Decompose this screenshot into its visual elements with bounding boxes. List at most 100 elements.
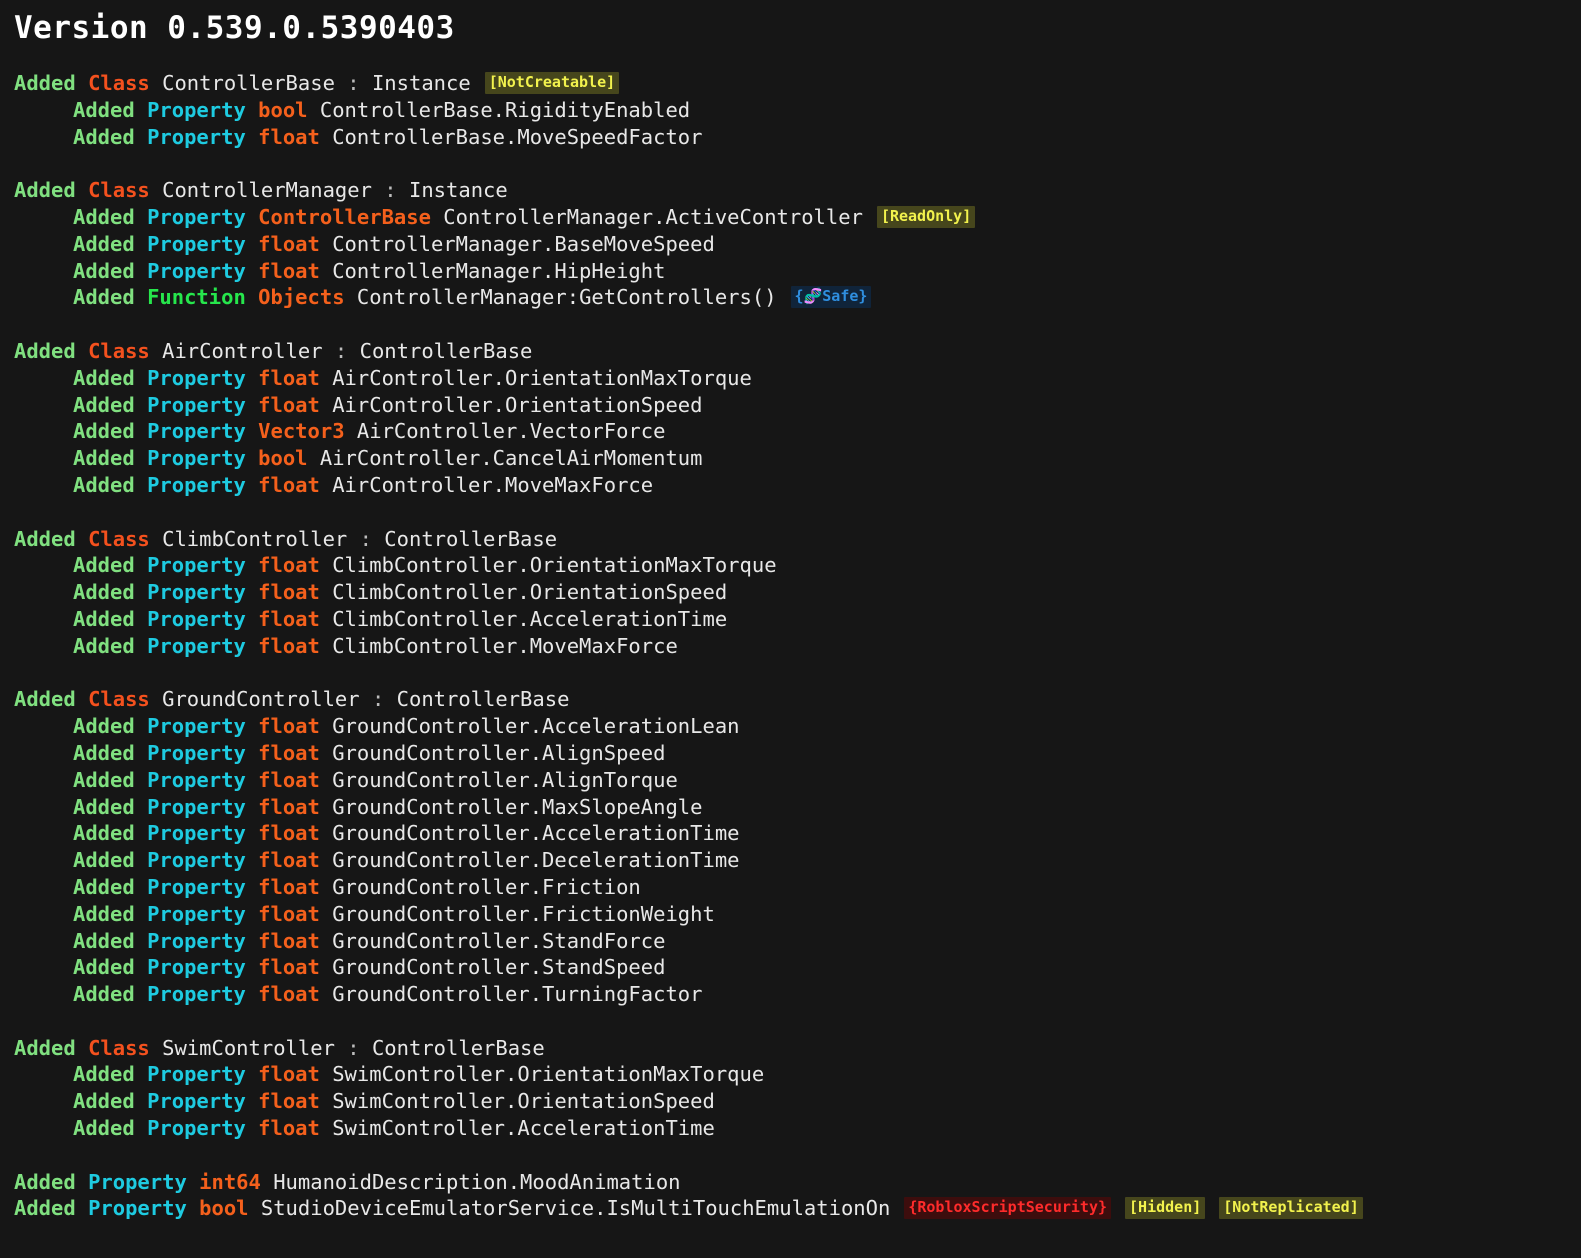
- changelog-member-line: Added Property float ControllerManager.H…: [14, 258, 1581, 285]
- member-name: ControllerManager.BaseMoveSpeed: [332, 231, 715, 256]
- member-type: float: [258, 580, 320, 605]
- changelog-member-line: Added Property float ClimbController.Ori…: [14, 552, 1581, 579]
- member-type: ControllerBase: [258, 204, 431, 229]
- changelog-class-line: Added Class SwimController : ControllerB…: [14, 1035, 1581, 1062]
- member-name: ClimbController.AccelerationTime: [332, 606, 728, 631]
- changelog-member-line: Added Property int64 HumanoidDescription…: [14, 1169, 1581, 1196]
- changelog-member-line: Added Property bool StudioDeviceEmulator…: [14, 1195, 1581, 1222]
- changelog-member-line: Added Function Objects ControllerManager…: [14, 284, 1581, 311]
- member-name: AirController.OrientationMaxTorque: [332, 365, 752, 390]
- class-group: Added Class SwimController : ControllerB…: [14, 1035, 1581, 1142]
- changelog-class-line: Added Class ControllerBase : Instance [No…: [14, 70, 1581, 97]
- member-name: AirController.OrientationSpeed: [332, 392, 703, 417]
- base-class-name: Instance: [408, 178, 508, 203]
- added-keyword: Added: [73, 928, 135, 953]
- changelog-page: Version 0.539.0.5390403 Added Class Cont…: [0, 0, 1581, 1222]
- added-keyword: Added: [73, 821, 135, 846]
- base-class-name: Instance: [371, 71, 471, 95]
- added-keyword: Added: [73, 606, 135, 631]
- dna-helix-icon: 🧬: [803, 287, 823, 306]
- member-type: Objects: [258, 285, 345, 310]
- added-keyword: Added: [73, 740, 135, 765]
- changelog-member-line: Added Property float GroundController.St…: [14, 928, 1581, 955]
- member-type: float: [258, 955, 320, 980]
- added-keyword: Added: [73, 848, 135, 873]
- changelog-class-line: Added Class ClimbController : Controller…: [14, 526, 1581, 553]
- member-name: ControllerManager:GetControllers(): [356, 285, 777, 310]
- added-keyword: Added: [73, 553, 135, 578]
- member-type: float: [258, 1116, 320, 1141]
- member-kind-keyword: Property: [147, 419, 246, 444]
- base-class-name: ControllerBase: [396, 687, 570, 712]
- added-keyword: Added: [73, 767, 135, 792]
- member-name: GroundController.FrictionWeight: [332, 901, 715, 926]
- inheritance-separator: :: [359, 687, 397, 712]
- member-type: float: [258, 982, 320, 1007]
- member-kind-keyword: Property: [147, 606, 246, 631]
- tag-read-only: [ReadOnly]: [876, 205, 976, 228]
- changelog-member-line: Added Property float GroundController.Al…: [14, 740, 1581, 767]
- member-type: float: [258, 1062, 320, 1087]
- changelog-member-line: Added Property float GroundController.Ma…: [14, 794, 1581, 821]
- standalone-group: Added Property int64 HumanoidDescription…: [14, 1169, 1581, 1223]
- member-name: SwimController.OrientationSpeed: [332, 1089, 715, 1114]
- member-name: AirController.VectorForce: [356, 419, 666, 444]
- changelog-member-line: Added Property float GroundController.St…: [14, 954, 1581, 981]
- member-kind-keyword: Function: [147, 285, 246, 310]
- changelog-member-line: Added Property float GroundController.Fr…: [14, 901, 1581, 928]
- member-type: float: [258, 392, 320, 417]
- added-keyword: Added: [14, 178, 76, 203]
- added-keyword: Added: [14, 1035, 76, 1060]
- class-name: AirController: [162, 338, 323, 363]
- added-keyword: Added: [73, 285, 135, 310]
- member-type: bool: [258, 97, 308, 122]
- member-name: ControllerBase.RigidityEnabled: [319, 97, 691, 122]
- member-name: GroundController.AccelerationLean: [332, 714, 740, 739]
- class-keyword: Class: [88, 687, 150, 712]
- class-keyword: Class: [88, 1035, 150, 1060]
- member-name: GroundController.AccelerationTime: [332, 821, 740, 846]
- changelog-member-line: Added Property float SwimController.Orie…: [14, 1088, 1581, 1115]
- changelog-member-line: Added Property float SwimController.Orie…: [14, 1061, 1581, 1088]
- tag-safe: {🧬Safe}: [790, 286, 872, 309]
- member-type: bool: [199, 1196, 249, 1221]
- member-type: int64: [199, 1169, 261, 1194]
- member-kind-keyword: Property: [147, 446, 246, 471]
- changelog-member-line: Added Property float GroundController.De…: [14, 847, 1581, 874]
- class-keyword: Class: [88, 526, 150, 551]
- class-name: ControllerBase: [162, 71, 335, 95]
- member-name: ControllerManager.HipHeight: [332, 258, 666, 283]
- base-class-name: ControllerBase: [384, 526, 558, 551]
- changelog-member-line: Added Property bool AirController.Cancel…: [14, 445, 1581, 472]
- added-keyword: Added: [73, 874, 135, 899]
- added-keyword: Added: [73, 365, 135, 390]
- added-keyword: Added: [14, 1169, 76, 1194]
- member-kind-keyword: Property: [147, 1116, 246, 1141]
- added-keyword: Added: [73, 472, 135, 497]
- member-type: float: [258, 901, 320, 926]
- member-name: GroundController.AlignTorque: [332, 767, 678, 792]
- member-type: float: [258, 365, 320, 390]
- member-kind-keyword: Property: [147, 874, 246, 899]
- member-name: GroundController.MaxSlopeAngle: [332, 794, 703, 819]
- member-name: GroundController.TurningFactor: [332, 982, 703, 1007]
- member-type: float: [258, 821, 320, 846]
- changelog-class-line: Added Class ControllerManager : Instance: [14, 177, 1581, 204]
- changelog-member-line: Added Property float ControllerManager.B…: [14, 231, 1581, 258]
- member-kind-keyword: Property: [147, 472, 246, 497]
- changelog-member-line: Added Property float ClimbController.Ori…: [14, 579, 1581, 606]
- base-class-name: ControllerBase: [371, 1035, 545, 1060]
- member-name: AirController.CancelAirMomentum: [319, 446, 703, 471]
- tag-not-creatable: [NotCreatable]: [484, 72, 620, 94]
- added-keyword: Added: [14, 338, 76, 363]
- member-kind-keyword: Property: [147, 392, 246, 417]
- member-kind-keyword: Property: [147, 848, 246, 873]
- changelog-member-line: Added Property float ControllerBase.Move…: [14, 124, 1581, 151]
- class-group: Added Class GroundController : Controlle…: [14, 686, 1581, 1008]
- added-keyword: Added: [73, 982, 135, 1007]
- member-name: ClimbController.OrientationSpeed: [332, 580, 728, 605]
- changelog-member-line: Added Property float GroundController.Al…: [14, 767, 1581, 794]
- member-kind-keyword: Property: [147, 794, 246, 819]
- added-keyword: Added: [73, 633, 135, 658]
- member-kind-keyword: Property: [147, 97, 246, 122]
